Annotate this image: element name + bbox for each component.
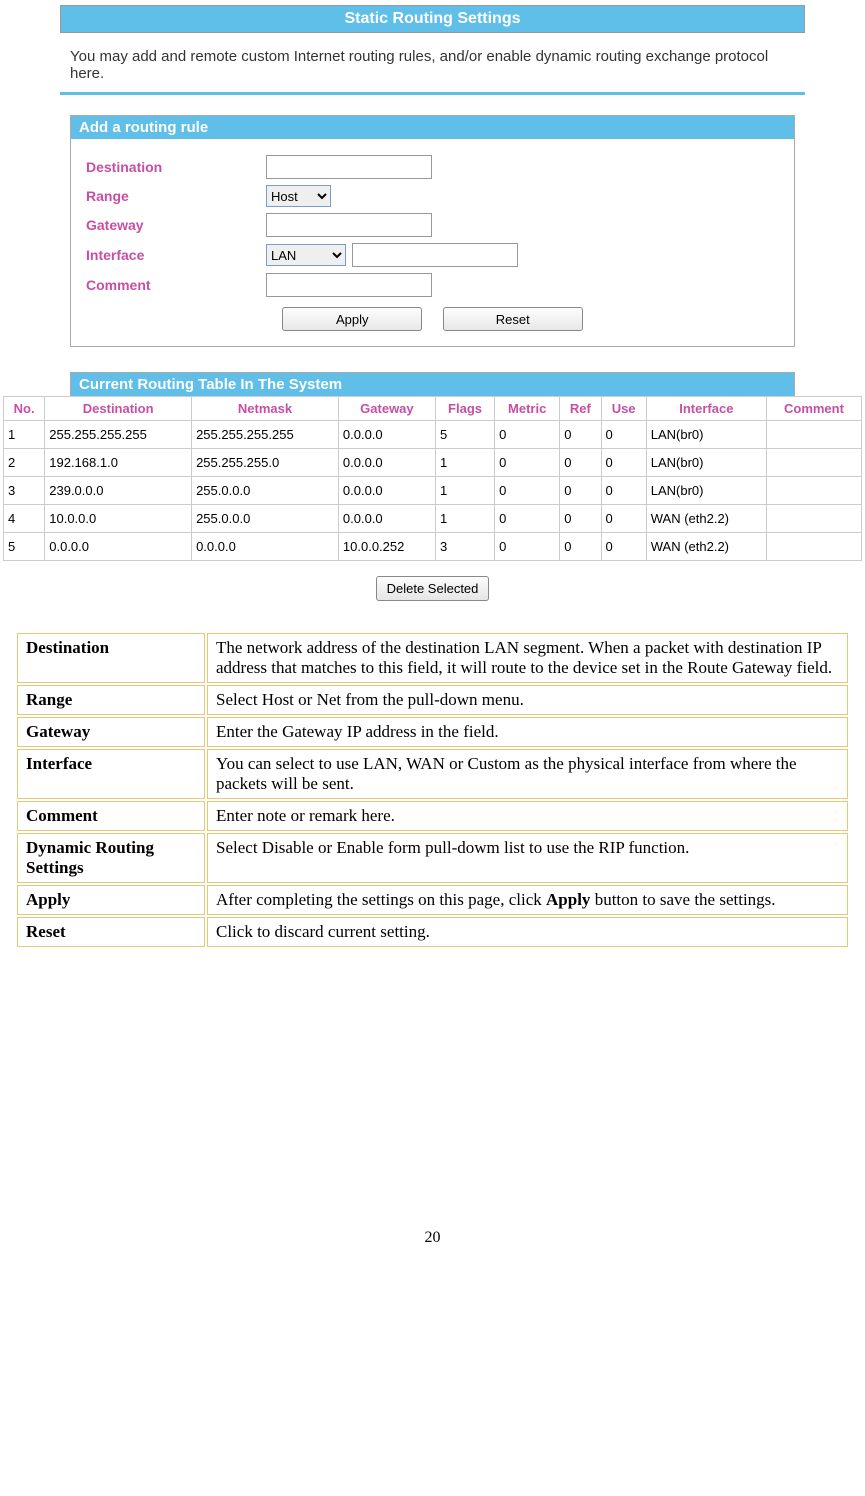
routing-table-header: Current Routing Table In The System: [70, 372, 795, 396]
reset-button[interactable]: Reset: [443, 307, 583, 331]
comment-label: Comment: [81, 277, 266, 293]
description-definition: Enter the Gateway IP address in the fiel…: [207, 717, 848, 747]
routing-table-column-header: Interface: [646, 397, 766, 421]
page-number: 20: [0, 1229, 865, 1257]
add-rule-header: Add a routing rule: [71, 116, 794, 139]
description-definition: Select Disable or Enable form pull-dowm …: [207, 833, 848, 883]
description-definition: The network address of the destination L…: [207, 633, 848, 683]
description-row: RangeSelect Host or Net from the pull-do…: [17, 685, 848, 715]
description-row: CommentEnter note or remark here.: [17, 801, 848, 831]
description-term: Reset: [17, 917, 205, 947]
table-row: 410.0.0.0255.0.0.00.0.0.01000WAN (eth2.2…: [4, 505, 862, 533]
delete-selected-button[interactable]: Delete Selected: [376, 576, 490, 601]
description-term: Interface: [17, 749, 205, 799]
table-row: 50.0.0.00.0.0.010.0.0.2523000WAN (eth2.2…: [4, 533, 862, 561]
description-row: GatewayEnter the Gateway IP address in t…: [17, 717, 848, 747]
apply-button[interactable]: Apply: [282, 307, 422, 331]
description-term: Gateway: [17, 717, 205, 747]
gateway-label: Gateway: [81, 217, 266, 233]
routing-table-column-header: Flags: [435, 397, 494, 421]
routing-table-column-header: Comment: [766, 397, 861, 421]
intro-text: You may add and remote custom Internet r…: [70, 48, 795, 82]
description-definition: You can select to use LAN, WAN or Custom…: [207, 749, 848, 799]
routing-table-column-header: Metric: [495, 397, 560, 421]
routing-table-column-header: No.: [4, 397, 45, 421]
description-term: Apply: [17, 885, 205, 915]
page-title-bar: Static Routing Settings: [60, 5, 805, 33]
divider: [60, 92, 805, 95]
interface-select[interactable]: LAN: [266, 244, 346, 266]
add-rule-section: Add a routing rule Destination Range Hos…: [70, 115, 795, 347]
destination-input[interactable]: [266, 155, 432, 179]
table-row: 2192.168.1.0255.255.255.00.0.0.01000LAN(…: [4, 449, 862, 477]
range-label: Range: [81, 188, 266, 204]
description-row: ApplyAfter completing the settings on th…: [17, 885, 848, 915]
description-term: Destination: [17, 633, 205, 683]
description-definition: Select Host or Net from the pull-down me…: [207, 685, 848, 715]
description-table: DestinationThe network address of the de…: [15, 631, 850, 949]
description-definition: Enter note or remark here.: [207, 801, 848, 831]
range-select[interactable]: Host: [266, 185, 331, 207]
description-term: Comment: [17, 801, 205, 831]
routing-table-column-header: Gateway: [338, 397, 435, 421]
description-term: Range: [17, 685, 205, 715]
description-row: Dynamic Routing SettingsSelect Disable o…: [17, 833, 848, 883]
description-row: ResetClick to discard current setting.: [17, 917, 848, 947]
gateway-input[interactable]: [266, 213, 432, 237]
table-row: 1255.255.255.255255.255.255.2550.0.0.050…: [4, 421, 862, 449]
description-term: Dynamic Routing Settings: [17, 833, 205, 883]
routing-table-column-header: Ref: [560, 397, 601, 421]
routing-table-column-header: Destination: [45, 397, 192, 421]
routing-table-column-header: Netmask: [192, 397, 339, 421]
interface-extra-input[interactable]: [352, 243, 518, 267]
description-row: DestinationThe network address of the de…: [17, 633, 848, 683]
description-definition: Click to discard current setting.: [207, 917, 848, 947]
description-row: InterfaceYou can select to use LAN, WAN …: [17, 749, 848, 799]
table-row: 3239.0.0.0255.0.0.00.0.0.01000LAN(br0): [4, 477, 862, 505]
description-definition: After completing the settings on this pa…: [207, 885, 848, 915]
comment-input[interactable]: [266, 273, 432, 297]
routing-table-column-header: Use: [601, 397, 646, 421]
routing-table: No.DestinationNetmaskGatewayFlagsMetricR…: [3, 396, 862, 561]
interface-label: Interface: [81, 247, 266, 263]
destination-label: Destination: [81, 159, 266, 175]
